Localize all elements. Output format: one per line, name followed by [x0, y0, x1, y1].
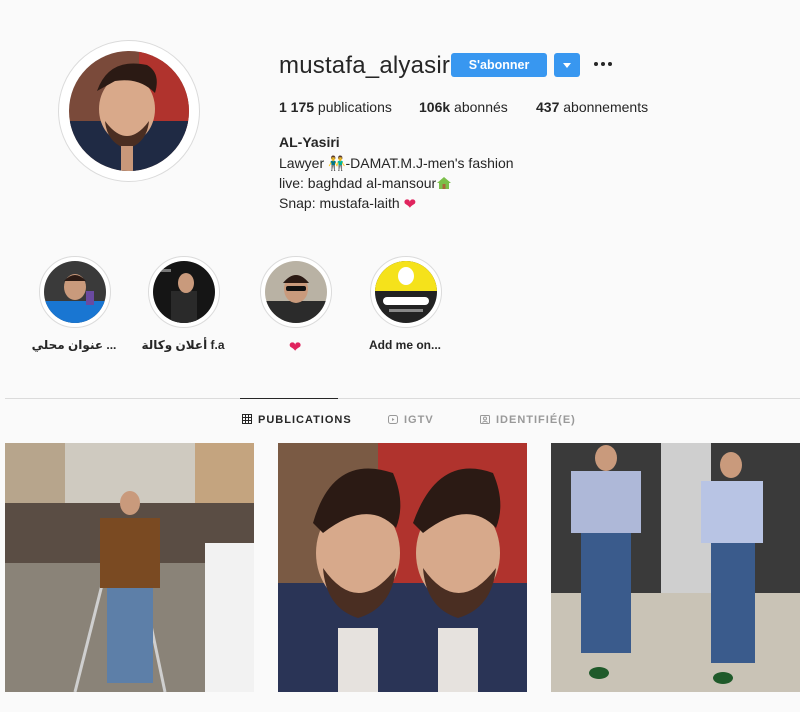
bio-line-2: live: baghdad al-mansour: [279, 175, 452, 191]
follow-button[interactable]: S'abonner: [451, 53, 547, 77]
following-stat[interactable]: 437 abonnements: [536, 99, 648, 115]
profile-avatar[interactable]: [58, 40, 200, 182]
grid-icon: [242, 414, 252, 424]
highlight-item[interactable]: أعلان وكالة f.a: [133, 256, 233, 356]
highlight-ring: [260, 256, 332, 328]
avatar-photo: [69, 51, 189, 171]
igtv-icon: [388, 415, 398, 424]
highlight-label: ❤: [245, 338, 345, 356]
post-image: [278, 443, 527, 692]
heart-icon: ❤: [403, 196, 417, 213]
bio-snap-text: Snap: mustafa-laith: [279, 195, 404, 211]
followers-label: abonnés: [450, 99, 508, 115]
highlight-label: أعلان وكالة f.a: [141, 338, 225, 352]
post-image: [5, 443, 254, 692]
following-count: 437: [536, 99, 560, 115]
highlight-item[interactable]: ❤: [245, 256, 345, 356]
highlight-ring: [370, 256, 442, 328]
highlight-ring: [148, 256, 220, 328]
highlight-label: Add me on...: [369, 338, 441, 352]
following-label: abonnements: [559, 99, 649, 115]
tab-tagged[interactable]: IDENTIFIÉ(E): [480, 414, 576, 426]
chevron-down-icon: [563, 63, 571, 68]
highlight-cover: [153, 261, 215, 323]
highlight-item[interactable]: Add me on...: [355, 256, 455, 356]
bio-location-text: live: baghdad al-mansour: [279, 175, 437, 191]
posts-count: 1 175: [279, 99, 315, 115]
post-thumbnail[interactable]: [551, 443, 800, 692]
bio-line-3: Snap: mustafa-laith ❤: [279, 195, 416, 213]
suggestions-dropdown-button[interactable]: [554, 53, 580, 77]
tabs-divider: [5, 398, 800, 399]
tab-publications[interactable]: PUBLICATIONS: [242, 414, 352, 426]
highlight-ring: [39, 256, 111, 328]
followers-stat[interactable]: 106k abonnés: [419, 99, 508, 115]
posts-stat: 1 175 publications: [279, 99, 392, 115]
highlight-cover: [44, 261, 106, 323]
post-thumbnail[interactable]: [278, 443, 527, 692]
house-icon: [437, 177, 452, 189]
tab-igtv[interactable]: IGTV: [388, 414, 434, 426]
highlight-cover: [265, 261, 327, 323]
more-options-icon[interactable]: [594, 56, 612, 72]
followers-count: 106k: [419, 99, 451, 115]
heart-icon: ❤: [288, 339, 302, 356]
highlight-label: عنوان محلي ...: [31, 338, 117, 352]
post-image: [551, 443, 800, 692]
profile-username: mustafa_alyasiri: [279, 52, 456, 79]
bio-line-1: Lawyer 👬-DAMAT.M.J-men's fashion: [279, 155, 514, 171]
active-tab-indicator: [240, 398, 338, 399]
post-thumbnail[interactable]: [5, 443, 254, 692]
tab-label: IGTV: [404, 414, 434, 426]
highlight-item[interactable]: عنوان محلي ...: [24, 256, 124, 356]
profile-full-name: AL-Yasiri: [279, 134, 340, 150]
tab-label: PUBLICATIONS: [258, 414, 352, 426]
tab-label: IDENTIFIÉ(E): [496, 414, 576, 426]
highlight-cover: [375, 261, 437, 323]
posts-label: publications: [314, 99, 392, 115]
profile-header: mustafa_alyasiri S'abonner 1 175 publica…: [0, 0, 800, 240]
tagged-icon: [480, 415, 490, 424]
